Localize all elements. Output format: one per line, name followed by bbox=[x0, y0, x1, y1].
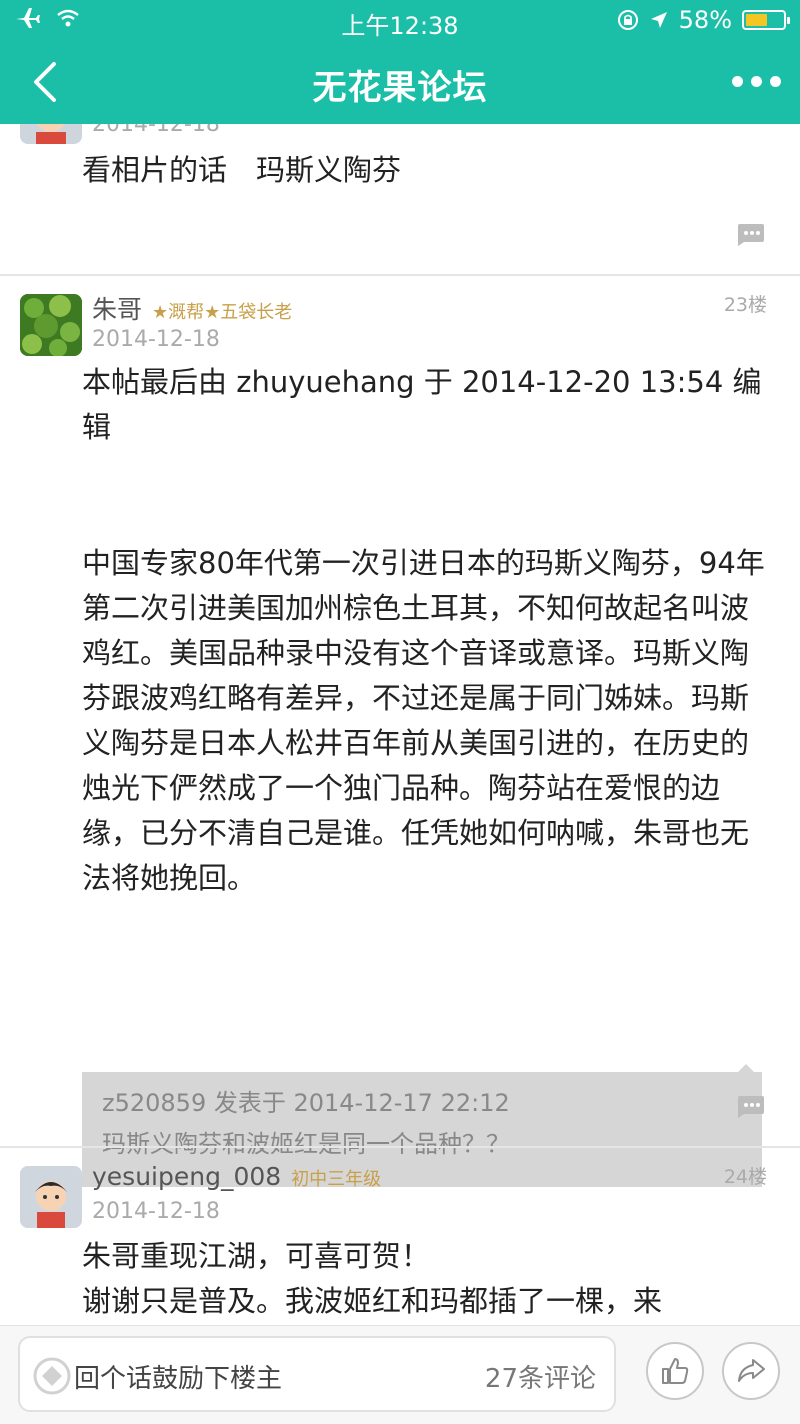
post-date: 2014-12-18 bbox=[92, 124, 220, 137]
post-body-line: 谢谢只是普及。我波姬红和玛都插了一棵，来 bbox=[82, 1284, 663, 1318]
post-23: 朱哥 ★溉帮★五袋长老 23楼 2014-12-18 本帖最后由 zhuyueha… bbox=[0, 276, 800, 1187]
floor-number: 23楼 bbox=[723, 294, 767, 316]
avatar[interactable] bbox=[20, 124, 82, 144]
avatar[interactable] bbox=[20, 1166, 82, 1228]
like-button[interactable] bbox=[646, 1342, 704, 1400]
location-icon bbox=[650, 12, 667, 28]
avatar-cartoon-icon bbox=[36, 124, 66, 144]
avatar[interactable] bbox=[20, 294, 82, 356]
post-24: yesuipeng_008 初中三年级 24楼 2014-12-18 朱哥重现江湖… bbox=[0, 1148, 800, 1325]
user-rank: 初中三年级 bbox=[291, 1169, 382, 1190]
bottom-bar: 回个话鼓励下楼主 27条评论 bbox=[0, 1325, 800, 1424]
username[interactable]: 朱哥 bbox=[92, 295, 142, 324]
reply-comment-icon[interactable] bbox=[734, 1094, 766, 1118]
battery-icon bbox=[742, 10, 790, 30]
post-22: 2014-12-18 看相片的话 玛斯义陶芬 bbox=[0, 124, 800, 276]
nav-bar: 无花果论坛 bbox=[0, 40, 800, 124]
share-button[interactable] bbox=[722, 1342, 780, 1400]
quote-meta: z520859 发表于 2014-12-17 22:12 bbox=[102, 1089, 510, 1117]
post-author[interactable]: 朱哥 ★溉帮★五袋长老 bbox=[92, 290, 292, 326]
post-body: 中国专家80年代第一次引进日本的玛斯义陶芬，94年第二次引进美国加州棕色土耳其，… bbox=[82, 546, 765, 895]
post-body-line: 朱哥重现江湖，可喜可贺！ bbox=[82, 1239, 431, 1273]
thread-content[interactable]: 2014-12-18 看相片的话 玛斯义陶芬 朱哥 ★溉帮★五袋长老 23楼 20… bbox=[0, 124, 800, 1325]
watermark-logo-icon bbox=[33, 1357, 71, 1395]
rotation-lock-icon bbox=[617, 10, 638, 30]
battery-percent: 58% bbox=[678, 6, 732, 34]
thumbs-up-icon bbox=[662, 1358, 689, 1384]
post-author[interactable]: yesuipeng_008 初中三年级 bbox=[92, 1162, 381, 1191]
reply-comment-icon[interactable] bbox=[734, 222, 766, 246]
status-right: 58% bbox=[617, 6, 790, 34]
status-bar: 上午12:38 58% bbox=[0, 0, 800, 40]
comment-placeholder: 回个话鼓励下楼主 bbox=[74, 1364, 283, 1394]
battery-fill bbox=[746, 14, 767, 26]
post-date: 2014-12-18 bbox=[92, 327, 220, 352]
comment-count[interactable]: 27条评论 bbox=[485, 1358, 596, 1395]
more-menu-icon[interactable] bbox=[732, 68, 782, 94]
user-rank: ★溉帮★五袋长老 bbox=[152, 302, 293, 323]
avatar-leaves-icon bbox=[20, 294, 82, 356]
avatar-cartoon-icon bbox=[20, 1166, 82, 1228]
page-title: 无花果论坛 bbox=[312, 68, 488, 108]
post-body: 看相片的话 玛斯义陶芬 bbox=[82, 153, 402, 187]
floor-number: 24楼 bbox=[723, 1166, 767, 1188]
username[interactable]: yesuipeng_008 bbox=[92, 1162, 281, 1191]
share-icon bbox=[738, 1359, 765, 1382]
comment-input[interactable]: 回个话鼓励下楼主 27条评论 bbox=[18, 1336, 616, 1412]
post-date: 2014-12-18 bbox=[92, 1199, 220, 1224]
edit-note: 本帖最后由 zhuyuehang 于 2014-12-20 13:54 编辑 bbox=[82, 365, 762, 444]
